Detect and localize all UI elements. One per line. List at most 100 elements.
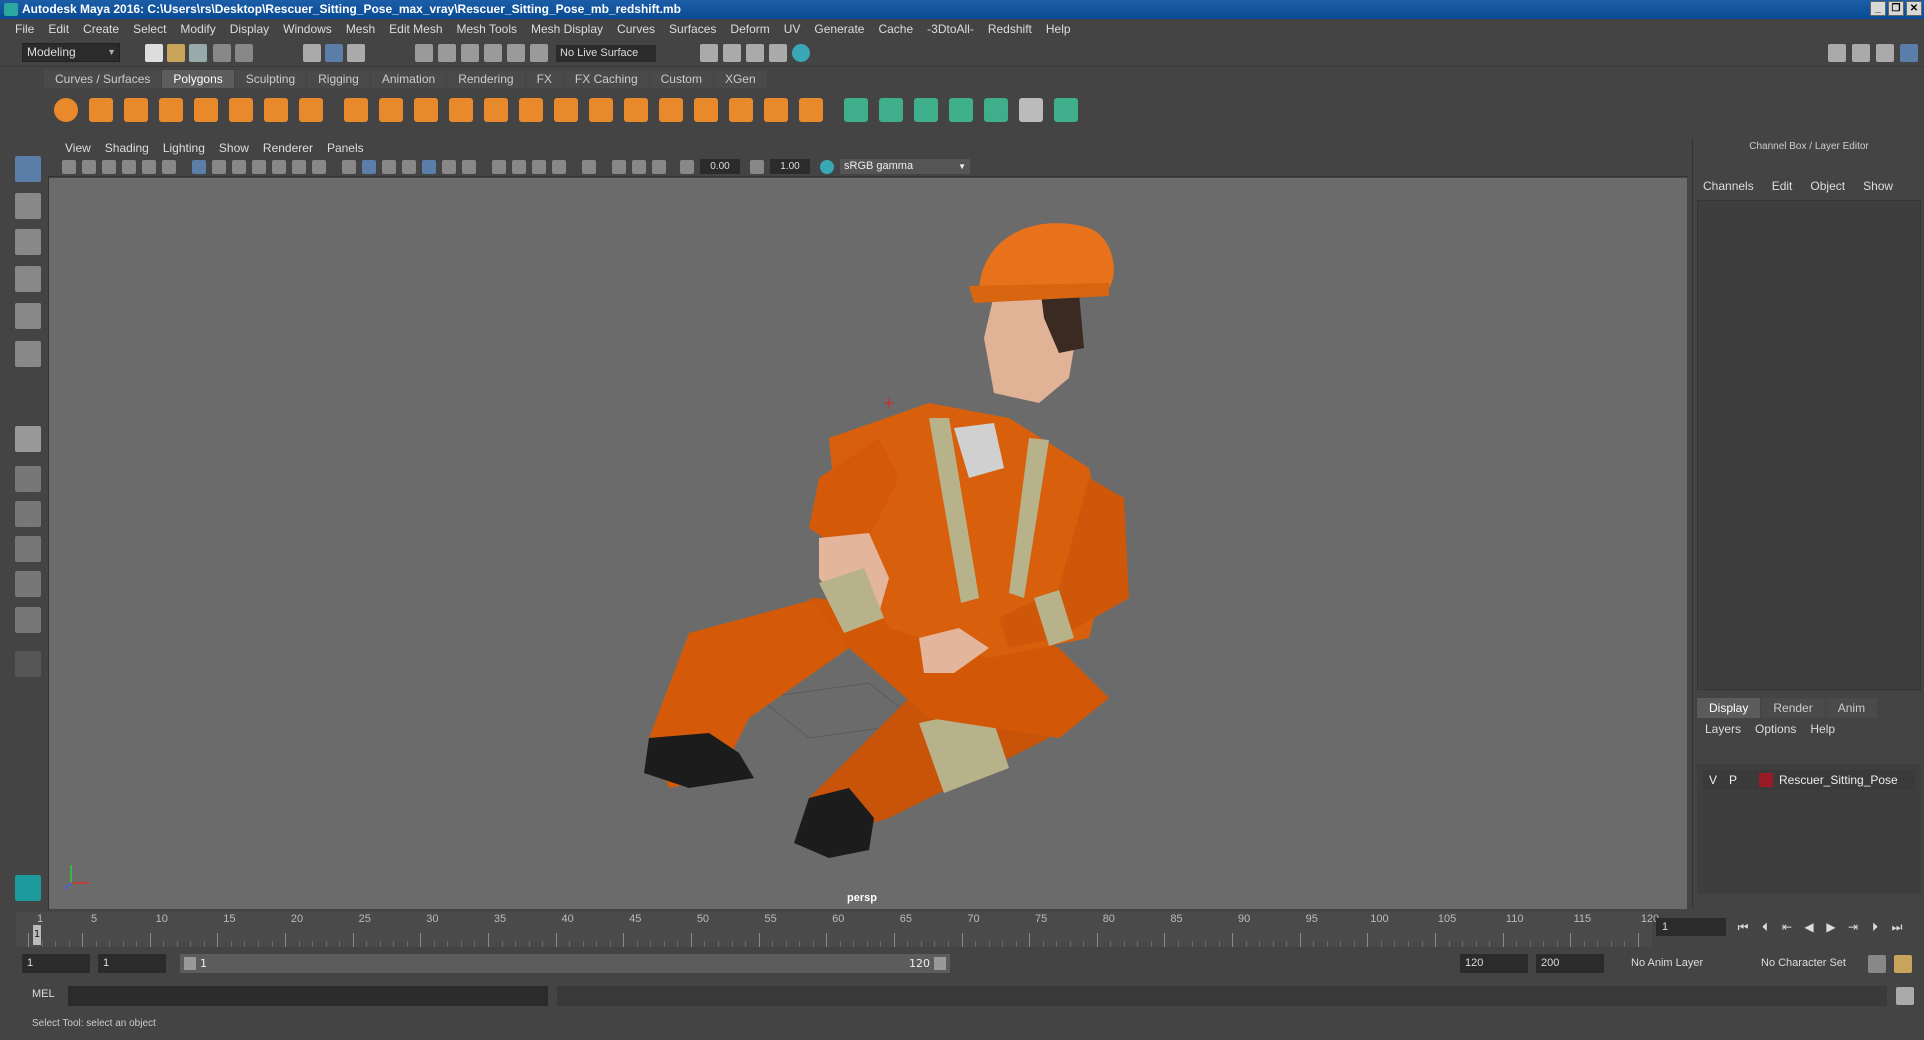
poly-cylinder-icon[interactable]	[124, 98, 148, 122]
screen-space-ao-icon[interactable]	[492, 160, 506, 174]
xray-components-icon[interactable]	[652, 160, 666, 174]
shelf-tab-animation[interactable]: Animation	[370, 70, 447, 88]
snap-view-plane-icon[interactable]	[484, 44, 502, 62]
poly-torus-icon[interactable]	[229, 98, 253, 122]
xray-joints-icon[interactable]	[632, 160, 646, 174]
channel-box-menu-edit[interactable]: Edit	[1772, 179, 1793, 193]
play-forwards-icon[interactable]: ▶	[1822, 918, 1840, 936]
channel-box-toggle-icon[interactable]	[1900, 44, 1918, 62]
menu-edit[interactable]: Edit	[41, 22, 76, 36]
xray-icon[interactable]	[612, 160, 626, 174]
exposure-field[interactable]: 0.00	[700, 159, 740, 174]
grid-icon[interactable]	[192, 160, 206, 174]
two-pane-layout-icon[interactable]	[15, 501, 41, 527]
ipr-render-icon[interactable]	[746, 44, 764, 62]
live-surface-field[interactable]: No Live Surface	[556, 45, 656, 62]
menu-display[interactable]: Display	[223, 22, 276, 36]
menu-redshift[interactable]: Redshift	[981, 22, 1039, 36]
smooth-icon[interactable]	[449, 98, 473, 122]
menu-uv[interactable]: UV	[777, 22, 808, 36]
snap-grid-icon[interactable]	[415, 44, 433, 62]
poly-pyramid-icon[interactable]	[264, 98, 288, 122]
step-forward-frame-icon[interactable]: ⏵	[1866, 918, 1884, 936]
menu-edit-mesh[interactable]: Edit Mesh	[382, 22, 449, 36]
preferences-icon[interactable]	[1894, 955, 1912, 973]
gate-mask-icon[interactable]	[252, 160, 266, 174]
shelf-tab-rendering[interactable]: Rendering	[447, 70, 525, 88]
insert-edge-loop-icon[interactable]	[694, 98, 718, 122]
menu-mesh-tools[interactable]: Mesh Tools	[450, 22, 524, 36]
select-camera-icon[interactable]	[62, 160, 76, 174]
menu-windows[interactable]: Windows	[276, 22, 339, 36]
target-weld-icon[interactable]	[764, 98, 788, 122]
bridge-icon[interactable]	[589, 98, 613, 122]
move-tool-icon[interactable]	[15, 266, 41, 292]
combine-icon[interactable]	[344, 98, 368, 122]
playback-start-field[interactable]: 1	[98, 954, 166, 973]
layer-tab-anim[interactable]: Anim	[1825, 698, 1878, 718]
shelf-tab-rigging[interactable]: Rigging	[307, 70, 370, 88]
shelf-tab-xgen[interactable]: XGen	[713, 70, 767, 88]
workspace-icon[interactable]	[1828, 44, 1846, 62]
lasso-tool-icon[interactable]	[15, 193, 41, 219]
automatic-map-icon[interactable]	[949, 98, 973, 122]
layer-tab-display[interactable]: Display	[1697, 698, 1761, 718]
image-plane-icon[interactable]	[122, 160, 136, 174]
new-scene-icon[interactable]	[145, 44, 163, 62]
append-polygon-icon[interactable]	[624, 98, 648, 122]
animation-start-field[interactable]: 1	[22, 954, 90, 973]
single-perspective-layout-icon[interactable]	[15, 426, 41, 452]
poly-cube-icon[interactable]	[89, 98, 113, 122]
uv-editor-icon[interactable]	[984, 98, 1008, 122]
range-slider[interactable]: 1 120	[180, 954, 950, 973]
channel-box-menu-object[interactable]: Object	[1810, 179, 1845, 193]
step-back-key-icon[interactable]: ⇤	[1778, 918, 1796, 936]
save-scene-icon[interactable]	[189, 44, 207, 62]
safe-action-icon[interactable]	[292, 160, 306, 174]
menu-generate[interactable]: Generate	[807, 22, 871, 36]
cylindrical-map-icon[interactable]	[879, 98, 903, 122]
script-editor-icon[interactable]	[1896, 987, 1914, 1005]
use-all-lights-icon[interactable]	[442, 160, 456, 174]
menu-file[interactable]: File	[8, 22, 41, 36]
film-gate-icon[interactable]	[212, 160, 226, 174]
separate-icon[interactable]	[379, 98, 403, 122]
field-chart-icon[interactable]	[272, 160, 286, 174]
spherical-map-icon[interactable]	[914, 98, 938, 122]
textured-icon[interactable]	[422, 160, 436, 174]
menu-deform[interactable]: Deform	[723, 22, 776, 36]
shelf-tab-fx-caching[interactable]: FX Caching	[563, 70, 649, 88]
playhead[interactable]: 1	[33, 925, 41, 945]
layer-menu-options[interactable]: Options	[1755, 722, 1796, 736]
hypershade-layout-icon[interactable]	[15, 607, 41, 633]
four-view-layout-icon[interactable]	[15, 466, 41, 492]
graph-layout-icon[interactable]	[15, 571, 41, 597]
menu-surfaces[interactable]: Surfaces	[662, 22, 723, 36]
snap-live-icon[interactable]	[507, 44, 525, 62]
snap-point-icon[interactable]	[461, 44, 479, 62]
menu-modify[interactable]: Modify	[173, 22, 222, 36]
more-layouts-icon[interactable]	[15, 651, 41, 677]
layer-menu-help[interactable]: Help	[1810, 722, 1835, 736]
wireframe-on-shaded-icon[interactable]	[402, 160, 416, 174]
animation-end-field[interactable]: 200	[1536, 954, 1604, 973]
go-to-start-icon[interactable]: ⏮	[1734, 918, 1752, 936]
command-input[interactable]	[68, 986, 548, 1006]
anim-layer-select[interactable]: No Anim Layer	[1626, 954, 1746, 973]
menu-select[interactable]: Select	[126, 22, 173, 36]
menu-mesh-display[interactable]: Mesh Display	[524, 22, 610, 36]
grease-pencil-icon[interactable]	[162, 160, 176, 174]
resolution-gate-icon[interactable]	[232, 160, 246, 174]
tool-settings-icon[interactable]	[1876, 44, 1894, 62]
shelf-tab-fx[interactable]: FX	[525, 70, 563, 88]
outliner-layout-icon[interactable]	[15, 536, 41, 562]
render-settings-icon[interactable]	[769, 44, 787, 62]
shelf-tab-sculpting[interactable]: Sculpting	[234, 70, 307, 88]
bevel-icon[interactable]	[519, 98, 543, 122]
wireframe-icon[interactable]	[342, 160, 356, 174]
rotate-tool-icon[interactable]	[15, 303, 41, 329]
menu-set-selector[interactable]: Modeling ▼	[22, 43, 120, 62]
poly-cone-icon[interactable]	[159, 98, 183, 122]
smooth-shade-icon[interactable]	[362, 160, 376, 174]
menu-help[interactable]: Help	[1039, 22, 1078, 36]
